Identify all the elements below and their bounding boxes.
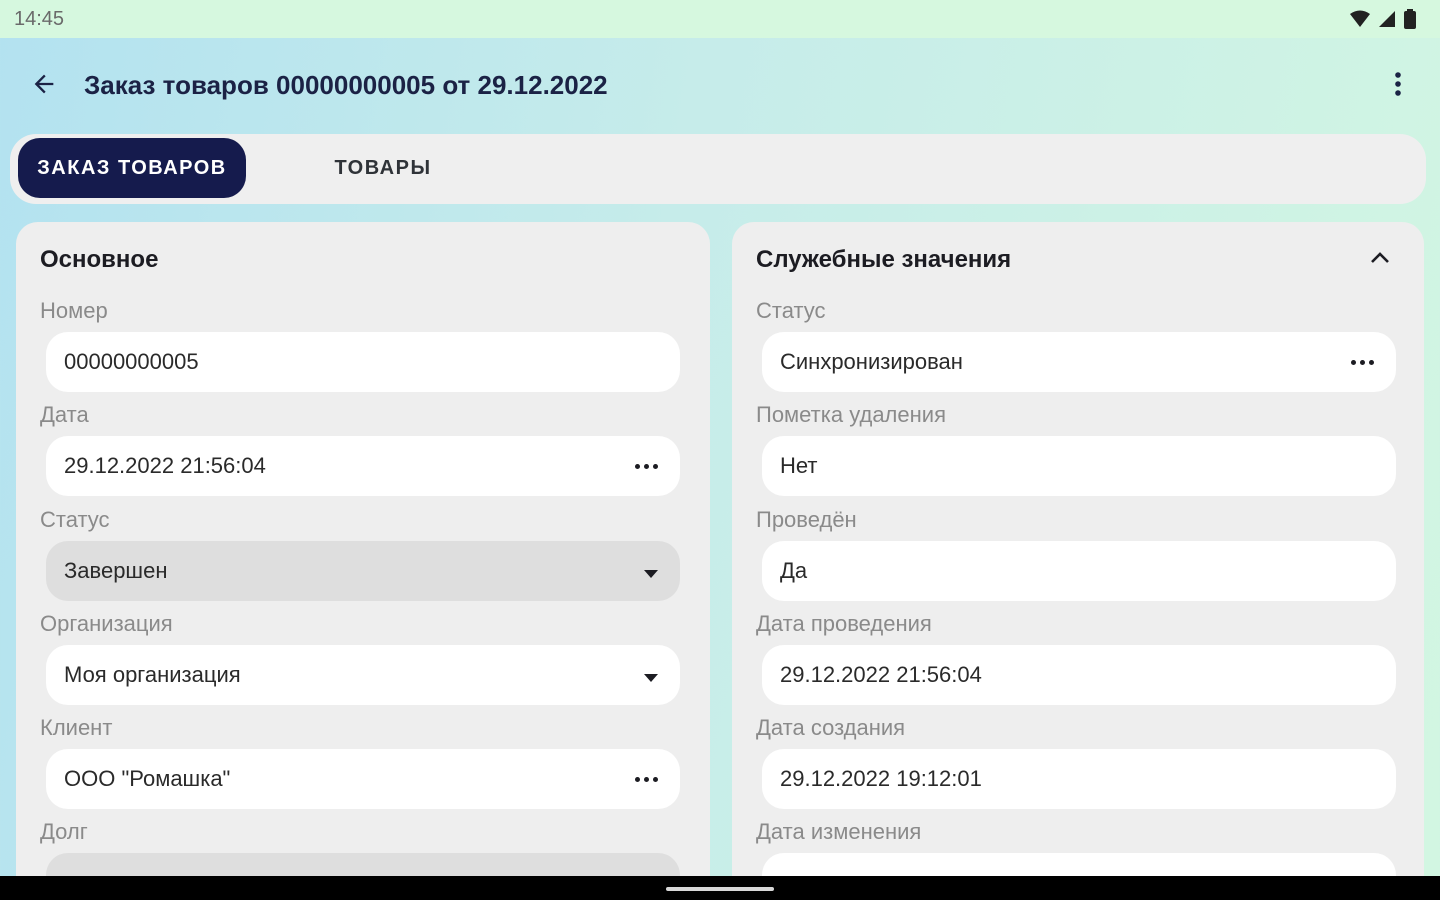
organization-dropdown[interactable]: Моя организация — [46, 645, 680, 705]
sync-status-value: Синхронизирован — [780, 349, 963, 374]
client-field[interactable]: ООО "Ромашка" — [46, 749, 680, 809]
organization-value: Моя организация — [64, 662, 241, 687]
chevron-up-icon — [1370, 251, 1390, 269]
field-label-date: Дата — [40, 402, 89, 427]
creation-date-value: 29.12.2022 19:12:01 — [780, 766, 982, 791]
tab-goods[interactable]: ТОВАРЫ — [270, 138, 496, 198]
field-label-modified-date: Дата изменения — [756, 819, 922, 844]
field-label-deletion-mark: Пометка удаления — [756, 402, 946, 427]
more-vert-icon — [1394, 71, 1402, 102]
posting-date-value: 29.12.2022 21:56:04 — [780, 662, 982, 687]
status-dropdown[interactable]: Завершен — [46, 541, 680, 601]
back-button[interactable] — [24, 66, 64, 106]
card-title: Основное — [40, 246, 159, 273]
field-label-debt: Долг — [40, 819, 88, 844]
client-value: ООО "Ромашка" — [64, 766, 231, 791]
page-title: Заказ товаров 00000000005 от 29.12.2022 — [84, 70, 608, 100]
field-label-posting-date: Дата проведения — [756, 611, 932, 636]
posted-field[interactable]: Да — [762, 541, 1396, 601]
dropdown-arrow-icon — [644, 662, 658, 688]
field-label-posted: Проведён — [756, 507, 857, 532]
field-label-status: Статус — [40, 507, 110, 532]
collapse-button[interactable] — [1364, 244, 1396, 276]
date-value: 29.12.2022 21:56:04 — [64, 453, 266, 478]
card-title: Служебные значения — [756, 246, 1012, 273]
app-bar: Заказ товаров 00000000005 от 29.12.2022 — [0, 50, 1440, 122]
posted-value: Да — [780, 558, 808, 583]
tab-order[interactable]: ЗАКАЗ ТОВАРОВ — [18, 138, 246, 198]
number-field[interactable]: 00000000005 — [46, 332, 680, 392]
battery-icon — [1404, 9, 1416, 34]
status-bar: 14:45 — [0, 0, 1440, 38]
arrow-back-icon — [30, 70, 58, 103]
more-options-button[interactable] — [1378, 66, 1418, 106]
field-label-sync-status: Статус — [756, 298, 826, 323]
more-horiz-icon[interactable] — [1351, 359, 1374, 365]
gesture-handle[interactable] — [666, 887, 774, 891]
signal-icon — [1378, 10, 1396, 33]
creation-date-field[interactable]: 29.12.2022 19:12:01 — [762, 749, 1396, 809]
dropdown-arrow-icon — [644, 558, 658, 584]
field-label-number: Номер — [40, 298, 108, 323]
more-horiz-icon[interactable] — [635, 776, 658, 782]
more-horiz-icon[interactable] — [635, 463, 658, 469]
sync-status-field[interactable]: Синхронизирован — [762, 332, 1396, 392]
deletion-mark-field[interactable]: Нет — [762, 436, 1396, 496]
wifi-icon — [1350, 10, 1370, 33]
tab-bar: ЗАКАЗ ТОВАРОВ ТОВАРЫ — [10, 134, 1426, 204]
date-field[interactable]: 29.12.2022 21:56:04 — [46, 436, 680, 496]
posting-date-field[interactable]: 29.12.2022 21:56:04 — [762, 645, 1396, 705]
status-value: Завершен — [64, 558, 168, 583]
service-values-card: Служебные значения Статус Синхронизирова… — [732, 222, 1424, 900]
field-label-client: Клиент — [40, 715, 113, 740]
status-icons — [1350, 9, 1416, 34]
system-navigation-bar — [0, 876, 1440, 900]
field-label-creation-date: Дата создания — [756, 715, 906, 740]
deletion-mark-value: Нет — [780, 453, 818, 478]
status-time: 14:45 — [14, 8, 65, 30]
field-label-organization: Организация — [40, 611, 173, 636]
number-value: 00000000005 — [64, 349, 199, 374]
main-card: Основное Номер 00000000005 Дата 29.12.20… — [16, 222, 710, 900]
